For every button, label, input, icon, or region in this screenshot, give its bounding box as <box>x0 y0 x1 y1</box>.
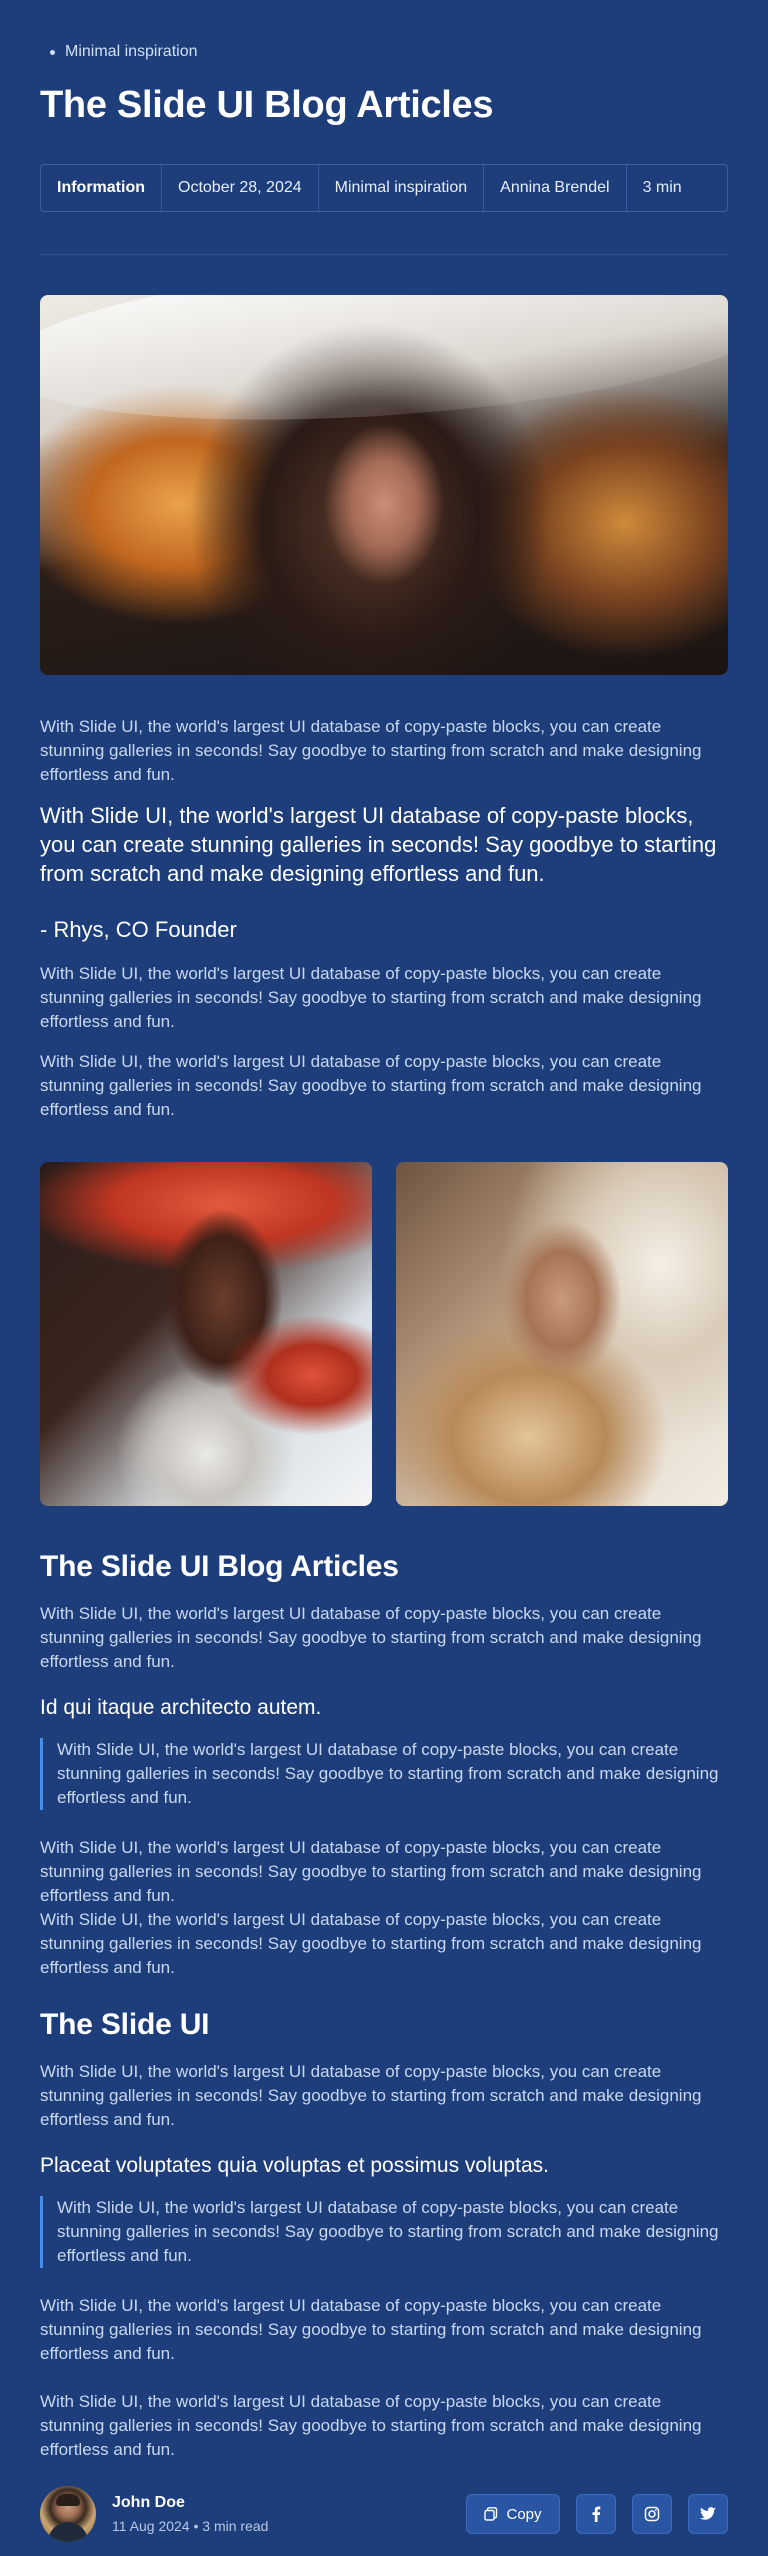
section-paragraph: With Slide UI, the world's largest UI da… <box>40 1910 702 1977</box>
section-paragraph: With Slide UI, the world's largest UI da… <box>40 2296 702 2363</box>
blockquote: With Slide UI, the world's largest UI da… <box>40 1738 728 1810</box>
meta-read-time: 3 min <box>642 179 682 196</box>
bullet-icon <box>50 49 55 55</box>
article-paragraph: With Slide UI, the world's largest UI da… <box>40 964 702 1031</box>
section-subheading: Placeat voluptates quia voluptas et poss… <box>40 2154 549 2177</box>
author-block: John Doe 11 Aug 2024 • 3 min read <box>40 2486 268 2542</box>
breadcrumb-link[interactable]: Minimal inspiration <box>65 43 198 61</box>
breadcrumb: Minimal inspiration <box>40 40 728 64</box>
section-paragraph: With Slide UI, the world's largest UI da… <box>40 1604 702 1671</box>
copy-icon <box>484 2507 498 2521</box>
copy-button[interactable]: Copy <box>466 2494 560 2534</box>
meta-date: October 28, 2024 <box>162 165 319 211</box>
meta-bar: Information October 28, 2024 Minimal ins… <box>40 164 728 212</box>
copy-label: Copy <box>506 2505 542 2523</box>
meta-separator: • <box>193 2518 199 2534</box>
article-paragraph: With Slide UI, the world's largest UI da… <box>40 717 702 784</box>
article-paragraph: With Slide UI, the world's largest UI da… <box>40 1052 702 1119</box>
twitter-icon <box>700 2507 716 2521</box>
meta-category[interactable]: Minimal inspiration <box>319 165 485 211</box>
article-page: Minimal inspiration The Slide UI Blog Ar… <box>0 0 768 2542</box>
section-paragraph: With Slide UI, the world's largest UI da… <box>40 2062 702 2129</box>
hero-image <box>40 295 728 675</box>
image-gallery <box>40 1162 728 1506</box>
gallery-image-veil <box>396 1162 728 1506</box>
avatar-hair <box>56 2494 80 2506</box>
post-date: 11 Aug 2024 <box>112 2518 190 2534</box>
divider <box>40 254 728 255</box>
instagram-share-button[interactable] <box>632 2494 672 2534</box>
instagram-icon <box>644 2506 660 2522</box>
twitter-share-button[interactable] <box>688 2494 728 2534</box>
author-footer: John Doe 11 Aug 2024 • 3 min read Copy <box>40 2486 728 2542</box>
meta-info-label: Information <box>41 165 162 211</box>
page-title: The Slide UI Blog Articles <box>40 84 494 126</box>
avatar[interactable] <box>40 2486 96 2542</box>
facebook-share-button[interactable] <box>576 2494 616 2534</box>
section-heading: The Slide UI Blog Articles <box>40 1550 399 1583</box>
share-actions: Copy <box>466 2494 728 2534</box>
quote-author: - Rhys, CO Founder <box>40 917 237 942</box>
author-meta: 11 Aug 2024 • 3 min read <box>112 2518 268 2534</box>
section-paragraph: With Slide UI, the world's largest UI da… <box>40 1838 702 1905</box>
section-heading: The Slide UI <box>40 2008 210 2041</box>
gallery-image-red-hat <box>40 1162 372 1506</box>
pull-quote: With Slide UI, the world's largest UI da… <box>40 803 717 886</box>
section-paragraph: With Slide UI, the world's largest UI da… <box>40 2392 702 2459</box>
author-name[interactable]: John Doe <box>112 2494 268 2512</box>
blockquote: With Slide UI, the world's largest UI da… <box>40 2196 728 2268</box>
meta-author[interactable]: Annina Brendel <box>484 165 627 211</box>
facebook-icon <box>591 2506 601 2522</box>
avatar-suit <box>48 2522 88 2542</box>
section-subheading: Id qui itaque architecto autem. <box>40 1696 322 1719</box>
post-read-time: 3 min read <box>202 2518 269 2534</box>
hero-veil <box>40 295 728 443</box>
